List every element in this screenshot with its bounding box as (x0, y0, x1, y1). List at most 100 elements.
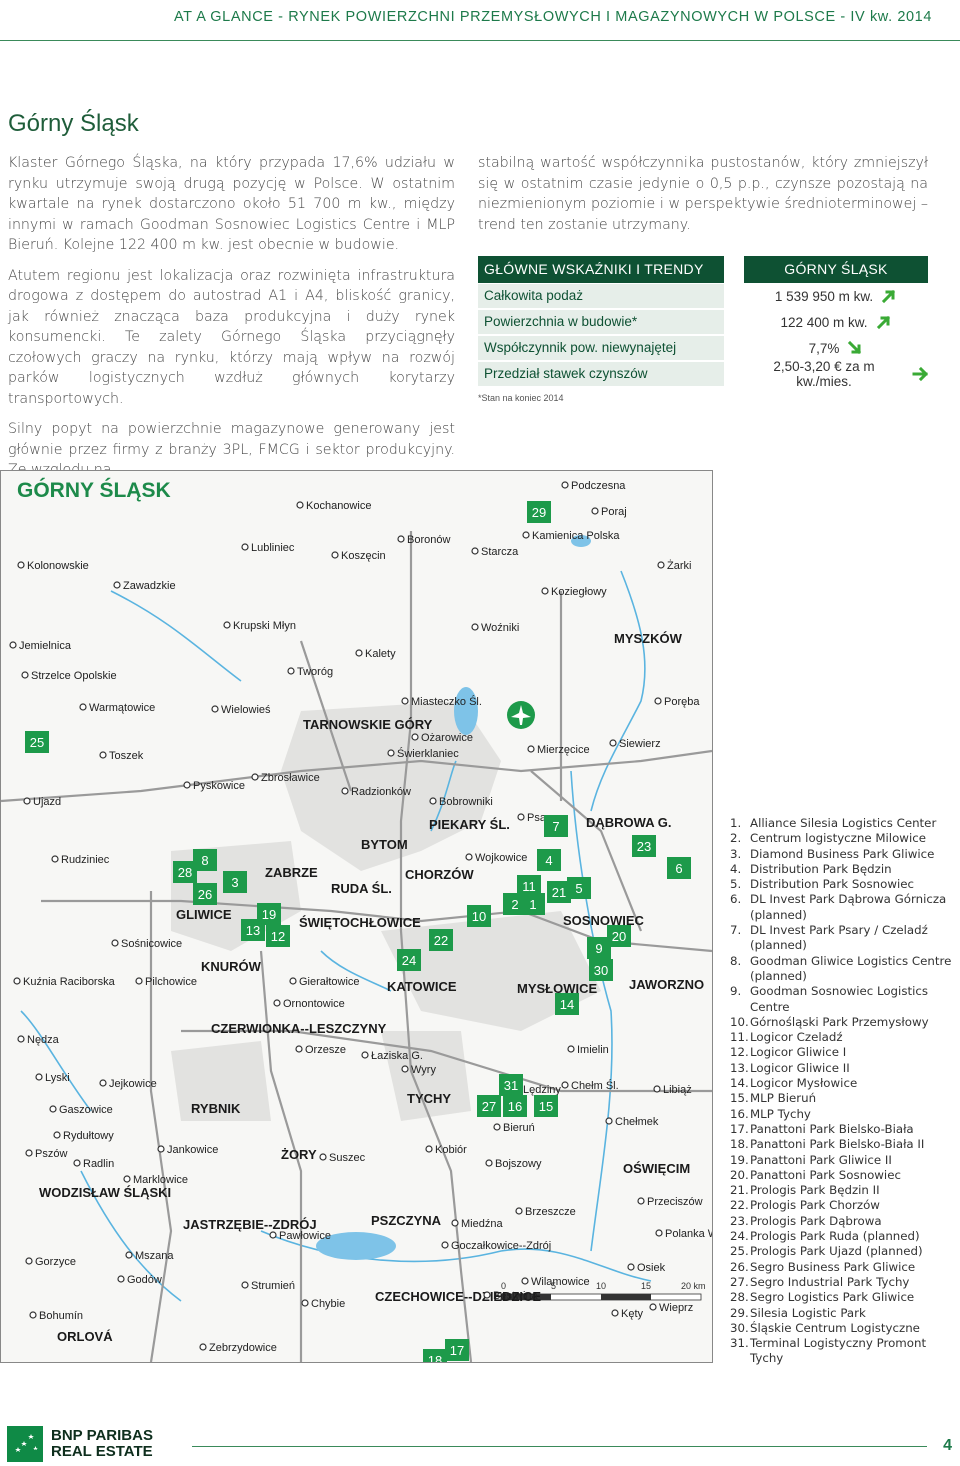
town-marker-icon (117, 1275, 125, 1283)
legend-number: 11. (730, 1030, 749, 1045)
map-town-label: Chybie (311, 1298, 345, 1310)
legend-label: Distribution Park Sosnowiec (750, 877, 915, 892)
map-town-label: Bobrowniki (439, 796, 493, 808)
town-marker-icon (605, 1117, 613, 1125)
map-city-label: DĄBROWA G. (586, 815, 671, 830)
map-town-label: Rydułtowy (63, 1130, 114, 1142)
map-town-label: Warmątowice (89, 702, 155, 714)
kpi-table: GŁÓWNE WSKAŹNIKI I TRENDY GÓRNY ŚLĄSK Ca… (478, 256, 928, 403)
legend-number: 20. (730, 1167, 749, 1182)
map-town-label: Gorzyce (35, 1256, 76, 1268)
map-city-label: KNURÓW (201, 959, 262, 974)
legend-item: 23. Prologis Park Dąbrowa (730, 1214, 955, 1229)
legend-number: 7. (730, 923, 742, 938)
kpi-value: 2,50-3,20 € za m kw./mies. (744, 359, 928, 389)
legend-label: Logicor Czeladź (750, 1030, 843, 1045)
map-town-label: Poręba (664, 696, 700, 708)
paragraph: stabilną wartość współczynnika pustostan… (478, 155, 928, 233)
town-marker-icon (17, 561, 25, 569)
map-canvas: TARNOWSKIE GÓRY BYTOM PIEKARY ŚL. DĄBROWA G… (1, 471, 712, 1362)
legend-item: 15. MLP Bieruń (730, 1091, 955, 1106)
town-marker-icon (465, 853, 473, 861)
legend-item: 10. Górnośląski Park Przemysłowy (730, 1015, 955, 1030)
legend-label: Silesia Logistic Park (750, 1305, 866, 1320)
legend-item: 14. Logicor Mysłowice (730, 1076, 955, 1091)
section-title: Górny Śląsk (8, 110, 139, 137)
map-town-label: Kęty (621, 1308, 644, 1320)
map-town-label: Bieruń (503, 1122, 535, 1134)
park-legend: 1. Alliance Silesia Logistics Center 2. Cen… (730, 816, 955, 1367)
town-marker-icon (296, 501, 304, 509)
legend-label: Alliance Silesia Logistics Center (750, 816, 937, 830)
map-town-label: Godów (127, 1274, 162, 1286)
legend-item: 13. Logicor Gliwice II (730, 1061, 955, 1076)
town-marker-icon (611, 1309, 619, 1317)
legend-number: 1. (730, 816, 742, 830)
map-city-label: RYBNIK (191, 1101, 241, 1116)
map-town-label: Bojszowy (495, 1158, 542, 1170)
map-city-label: SOSNOWIEC (563, 913, 645, 928)
map-town-label: Woźniki (481, 622, 519, 634)
park-marker-number: 2 (511, 897, 518, 912)
town-marker-icon (331, 551, 339, 559)
town-marker-icon (111, 939, 119, 947)
park-marker-number: 19 (262, 907, 276, 922)
town-marker-icon (135, 977, 143, 985)
legend-item: 28. Segro Logistics Park Gliwice (730, 1290, 955, 1305)
legend-label: Diamond Business Park Gliwice (750, 846, 935, 861)
town-marker-icon (425, 1145, 433, 1153)
logo-line-1: BNP PARIBAS (51, 1427, 153, 1444)
map-town-label: Koszęcin (341, 550, 386, 562)
town-marker-icon (627, 1263, 635, 1271)
kpi-value-text: 2,50-3,20 € za m kw./mies. (773, 359, 875, 389)
map-town-label: Kamienica Polska (532, 530, 620, 542)
map-town-label: Radlin (83, 1158, 114, 1170)
legend-number: 18. (730, 1137, 749, 1152)
legend-item: 31. Terminal Logistyczny Promont Tychy (730, 1336, 955, 1367)
map-title: GÓRNY ŚLĄSK (17, 479, 171, 502)
town-marker-icon (609, 739, 617, 747)
map-city-label: TARNOWSKIE GÓRY (303, 717, 433, 732)
town-marker-icon (113, 581, 121, 589)
legend-item: 22. Prologis Park Chorzów (730, 1198, 955, 1213)
park-marker-number: 12 (271, 929, 285, 944)
map-town-label: Toszek (109, 750, 144, 762)
legend-number: 5. (730, 877, 742, 892)
kpi-header-right: GÓRNY ŚLĄSK (744, 256, 928, 283)
map-city-label: GLIWICE (176, 907, 232, 922)
legend-label: Prologis Park Dąbrowa (750, 1213, 882, 1228)
town-marker-icon (493, 1123, 501, 1131)
legend-item: 29. Silesia Logistic Park (730, 1306, 955, 1321)
town-marker-icon (649, 1303, 657, 1311)
map-town-label: Bohumín (39, 1310, 83, 1322)
town-marker-icon (561, 1081, 569, 1089)
park-marker-number: 20 (612, 929, 626, 944)
park-marker-number: 3 (231, 875, 238, 890)
town-marker-icon (125, 1251, 133, 1259)
park-marker-number: 31 (504, 1078, 518, 1093)
map-town-label: Kalety (365, 648, 396, 660)
kpi-footnote: *Stan na koniec 2014 (478, 393, 564, 403)
legend-item: 18. Panattoni Park Bielsko-Biała II (730, 1137, 955, 1152)
map-town-label: Pszów (35, 1148, 67, 1160)
legend-number: 28. (730, 1290, 749, 1305)
legend-number: 23. (730, 1213, 749, 1228)
map-town-label: Libiąż (663, 1084, 692, 1096)
kpi-value: 7,7% (744, 340, 928, 356)
town-marker-icon (295, 1045, 303, 1053)
legend-number: 27. (730, 1274, 749, 1289)
map-town-label: Tworóg (297, 666, 333, 678)
legend-label: Goodman Sosnowiec Logistics Centre (750, 984, 929, 1014)
park-marker-number: 15 (539, 1099, 553, 1114)
town-marker-icon (21, 671, 29, 679)
legend-label: Logicor Mysłowice (750, 1076, 858, 1091)
legend-item: 7. DL Invest Park Psary / Czeladź (planne… (730, 923, 955, 954)
town-marker-icon (157, 1145, 165, 1153)
town-marker-icon (341, 787, 349, 795)
map-town-label: Nędza (27, 1034, 60, 1046)
legend-label: Goodman Gliwice Logistics Centre (planne… (750, 953, 952, 983)
town-marker-icon (49, 1105, 57, 1113)
town-marker-icon (23, 797, 31, 805)
park-marker-number: 14 (560, 997, 574, 1012)
legend-number: 30. (730, 1320, 749, 1335)
